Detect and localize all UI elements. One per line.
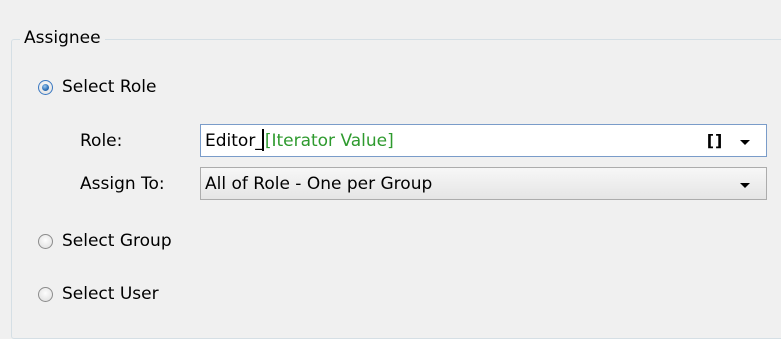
assign-to-select[interactable]: All of Role - One per Group <box>200 167 767 200</box>
role-label: Role: <box>80 131 123 151</box>
assign-to-selected-value: All of Role - One per Group <box>205 173 433 194</box>
role-combobox[interactable]: Editor_[Iterator Value] [] <box>200 124 767 157</box>
select-role-label: Select Role <box>62 77 157 97</box>
radio-unselected-icon[interactable] <box>38 286 53 302</box>
select-user-label: Select User <box>62 284 159 304</box>
select-group-option[interactable]: Select Group <box>38 229 172 253</box>
insert-variable-button[interactable]: [] <box>704 129 726 153</box>
select-group-label: Select Group <box>62 231 172 251</box>
select-user-option[interactable]: Select User <box>38 282 159 306</box>
radio-unselected-icon[interactable] <box>38 233 53 249</box>
role-input[interactable]: Editor_[Iterator Value] <box>201 128 704 153</box>
text-caret <box>261 128 264 151</box>
chevron-down-icon[interactable] <box>740 140 750 145</box>
chevron-down-icon[interactable] <box>740 183 750 188</box>
radio-selected-icon[interactable] <box>38 79 53 95</box>
assignee-group-title: Assignee <box>20 27 105 49</box>
iterator-value-token: [Iterator Value] <box>264 130 394 151</box>
assign-to-label: Assign To: <box>80 174 165 194</box>
select-role-option[interactable]: Select Role <box>38 75 156 99</box>
role-value-text: Editor_ <box>205 130 264 151</box>
